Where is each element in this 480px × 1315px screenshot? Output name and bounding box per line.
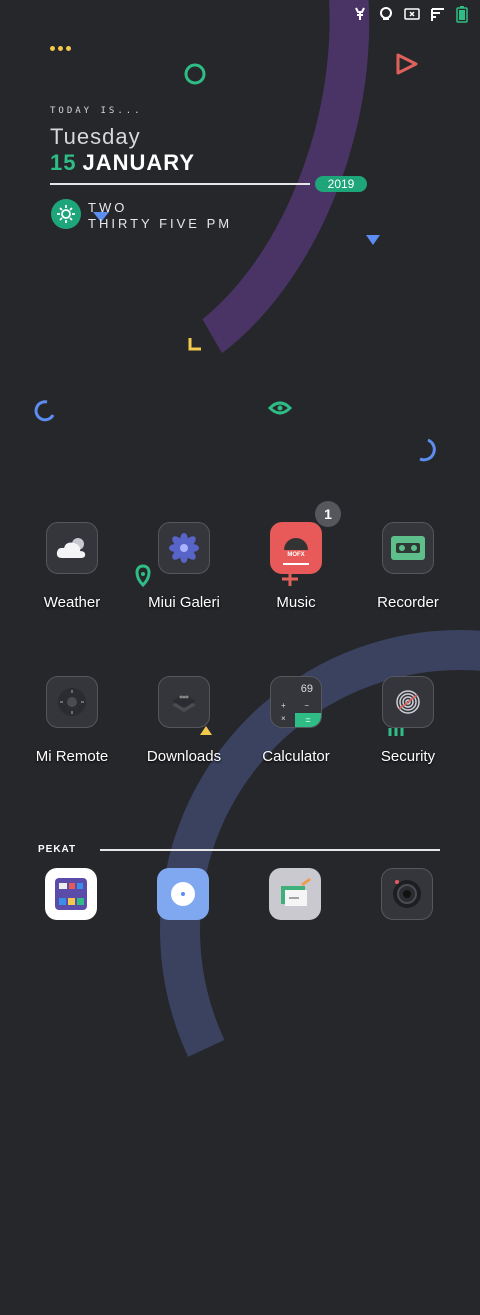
widget-divider — [50, 183, 310, 185]
app-label: Security — [380, 748, 436, 765]
app-label: Mi Remote — [35, 748, 109, 765]
mute-icon — [404, 6, 420, 27]
app-recorder[interactable]: Recorder — [353, 522, 463, 611]
app-label: Music — [276, 594, 316, 611]
app-label: Calculator — [262, 748, 330, 765]
play-triangle-icon — [396, 53, 418, 75]
blue-diamond-icon — [366, 235, 380, 245]
gallery-icon — [158, 522, 210, 574]
widget-menu-dots[interactable] — [50, 46, 71, 51]
camera-icon[interactable] — [381, 868, 433, 920]
month-text: JANUARY — [82, 150, 196, 175]
today-label: TODAY IS... — [50, 106, 143, 116]
app-label: Weather — [43, 594, 101, 611]
dock-divider — [100, 849, 440, 851]
weekday-text: Tuesday — [50, 124, 141, 149]
file-manager-icon[interactable] — [45, 868, 97, 920]
calculator-display: 69 — [300, 683, 313, 695]
time-hour-text: TWO — [88, 200, 128, 215]
app-mi-remote[interactable]: Mi Remote — [17, 676, 127, 765]
recorder-icon — [382, 522, 434, 574]
yellow-corner-icon — [188, 338, 201, 351]
blue-arc-right-icon — [419, 438, 436, 462]
dock-label: PEKAT — [38, 844, 77, 855]
weather-icon — [46, 522, 98, 574]
blue-arc-small-icon — [34, 400, 55, 422]
battery-icon — [456, 5, 468, 28]
year-badge: 2019 — [315, 176, 367, 192]
notes-icon[interactable] — [269, 868, 321, 920]
app-calculator[interactable]: 69 + − × = Calculator — [241, 676, 351, 765]
app-music[interactable]: MOFX Music — [241, 522, 351, 611]
date-text: 15 JANUARY — [50, 150, 195, 176]
status-bar — [352, 5, 468, 28]
music-icon-text: MOFX — [287, 551, 305, 558]
security-icon — [382, 676, 434, 728]
sync-icon — [378, 6, 394, 27]
calculator-icon: 69 + − × = — [270, 676, 322, 728]
day-number: 15 — [50, 150, 77, 175]
app-label: Downloads — [146, 748, 222, 765]
notification-badge: 1 — [315, 501, 341, 527]
app-security[interactable]: Security — [353, 676, 463, 765]
sun-icon — [51, 199, 81, 229]
signal-icon — [430, 6, 446, 27]
music-icon: MOFX — [270, 522, 322, 574]
browser-icon[interactable] — [157, 868, 209, 920]
app-weather[interactable]: Weather — [17, 522, 127, 611]
remote-icon — [46, 676, 98, 728]
app-downloads[interactable]: Downloads — [129, 676, 239, 765]
green-ring-icon — [184, 63, 206, 85]
downloads-icon — [158, 676, 210, 728]
time-minute-text: THIRTY FIVE PM — [88, 216, 233, 231]
app-miui-galeri[interactable]: Miui Galeri — [129, 522, 239, 611]
deer-icon — [352, 6, 368, 27]
app-label: Recorder — [377, 594, 439, 611]
app-label: Miui Galeri — [148, 594, 220, 611]
